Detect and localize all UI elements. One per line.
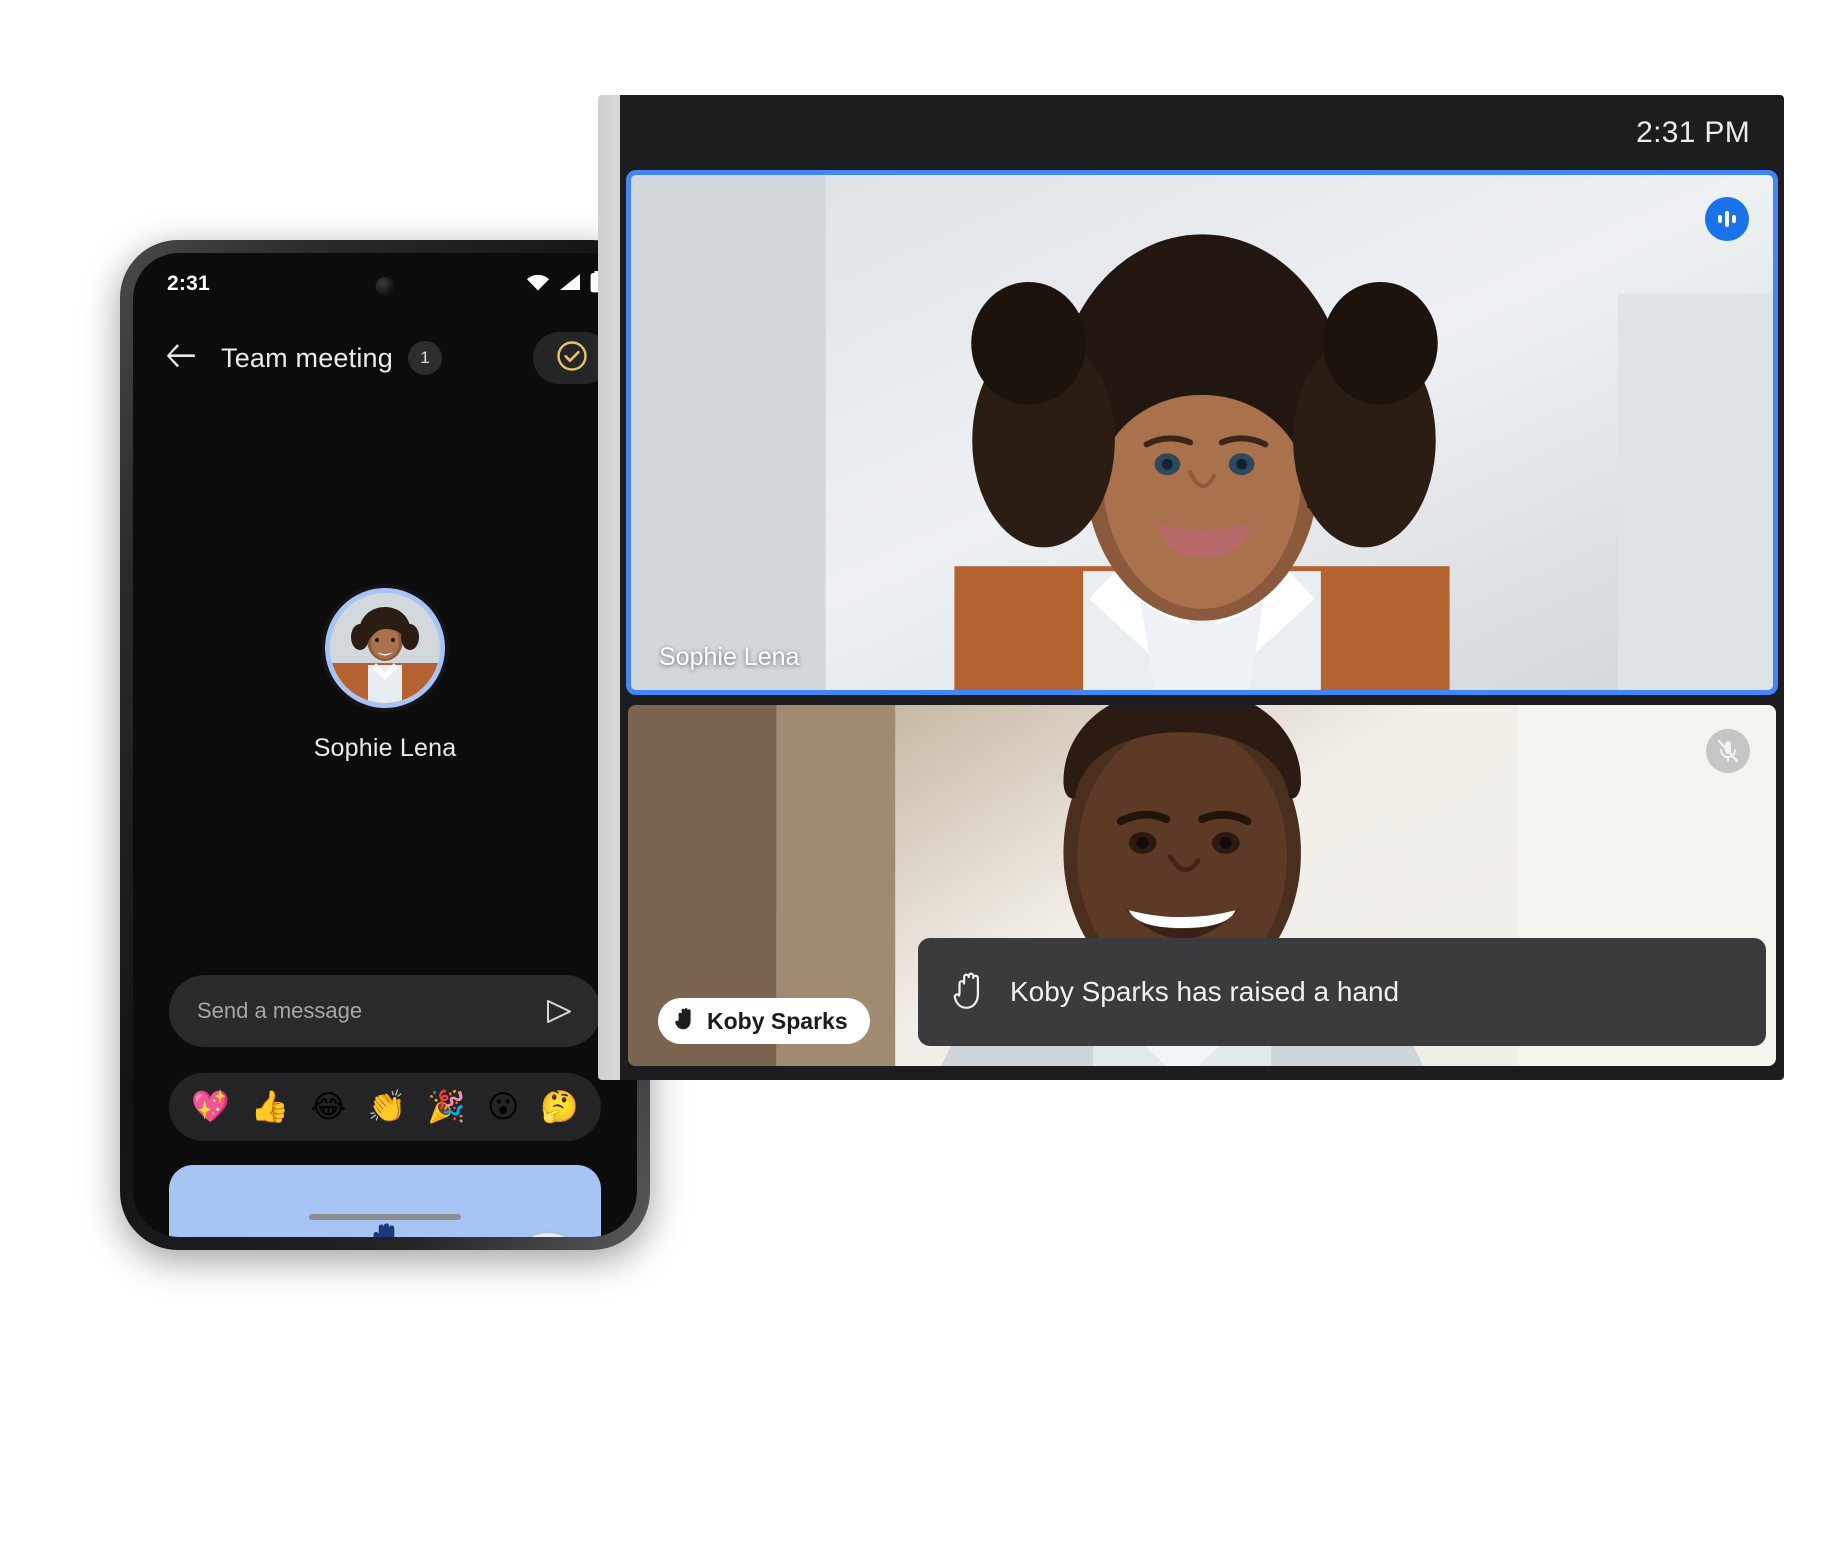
arrow-back-icon <box>167 343 197 374</box>
tile-participant-name-pill: Koby Sparks <box>658 998 870 1044</box>
raise-hand-toast: Koby Sparks has raised a hand <box>918 938 1766 1046</box>
phone-device: 2:31 Team meeting 1 Sophie Lena Send a m… <box>120 240 650 1250</box>
video-tile-sophie-lena[interactable]: Sophie Lena <box>626 170 1778 695</box>
thinking-face-emoji[interactable]: 🤔 <box>540 1091 579 1123</box>
sparkling-heart-emoji[interactable]: 💖 <box>191 1091 230 1123</box>
tablet-top-bar: 2:31 PM <box>620 95 1784 170</box>
tile-participant-name: Koby Sparks <box>707 1007 848 1034</box>
message-input-placeholder: Send a message <box>197 998 363 1023</box>
avatar <box>330 593 440 703</box>
raised-hand-icon <box>674 1005 696 1037</box>
video-tile-koby-sparks[interactable]: Koby Sparks Koby Sparks has raised a han… <box>626 703 1778 1068</box>
raise-hand-toggle-thumb[interactable] <box>509 1233 587 1237</box>
status-bar-system-icons <box>526 270 603 298</box>
home-indicator <box>309 1214 461 1220</box>
phone-speaker-stage: Sophie Lena <box>133 403 637 948</box>
raised-hand-icon <box>365 1218 405 1237</box>
face-with-open-mouth-emoji[interactable]: 😮 <box>487 1091 519 1123</box>
phone-app-bar: Team meeting 1 <box>133 315 637 401</box>
party-popper-emoji[interactable]: 🎉 <box>427 1091 466 1123</box>
toast-message: Koby Sparks has raised a hand <box>1010 976 1400 1007</box>
tablet-clock: 2:31 PM <box>1636 115 1750 149</box>
thumbs-up-emoji[interactable]: 👍 <box>251 1091 290 1123</box>
active-speaker-name: Sophie Lena <box>313 734 457 762</box>
raised-hand-icon <box>952 969 988 1016</box>
wifi-icon <box>526 273 550 296</box>
status-bar-clock: 2:31 <box>167 272 210 295</box>
participant-count-badge: 1 <box>407 341 442 375</box>
tablet-device: 2:31 PM Sophie Lena Koby Sparks Koby Spa… <box>598 95 1784 1080</box>
tablet-screen: 2:31 PM Sophie Lena Koby Sparks Koby Spa… <box>620 95 1784 1080</box>
page-title: Team meeting <box>221 342 393 373</box>
tile-participant-name: Sophie Lena <box>659 643 800 671</box>
clapping-hands-emoji[interactable]: 👏 <box>368 1091 407 1123</box>
video-feed <box>631 175 1773 690</box>
back-button[interactable] <box>159 335 205 381</box>
audio-level-icon <box>1705 197 1749 241</box>
send-icon[interactable] <box>544 997 573 1026</box>
face-with-tears-of-joy-emoji[interactable]: 😂 <box>310 1091 346 1123</box>
message-input-bar[interactable]: Send a message <box>169 975 601 1047</box>
check-circle-icon <box>555 339 589 378</box>
reaction-bar[interactable]: 💖 👍 😂 👏 🎉 😮 🤔 <box>169 1073 601 1141</box>
phone-screen: 2:31 Team meeting 1 Sophie Lena Send a m… <box>133 253 637 1237</box>
cellular-signal-icon <box>559 273 581 296</box>
active-speaker-ring <box>325 588 445 708</box>
mic-off-icon <box>1706 729 1750 773</box>
video-grid: Sophie Lena Koby Sparks Koby Sparks has … <box>620 170 1784 1080</box>
phone-status-bar: 2:31 <box>133 253 637 315</box>
raise-hand-panel[interactable] <box>169 1165 601 1237</box>
